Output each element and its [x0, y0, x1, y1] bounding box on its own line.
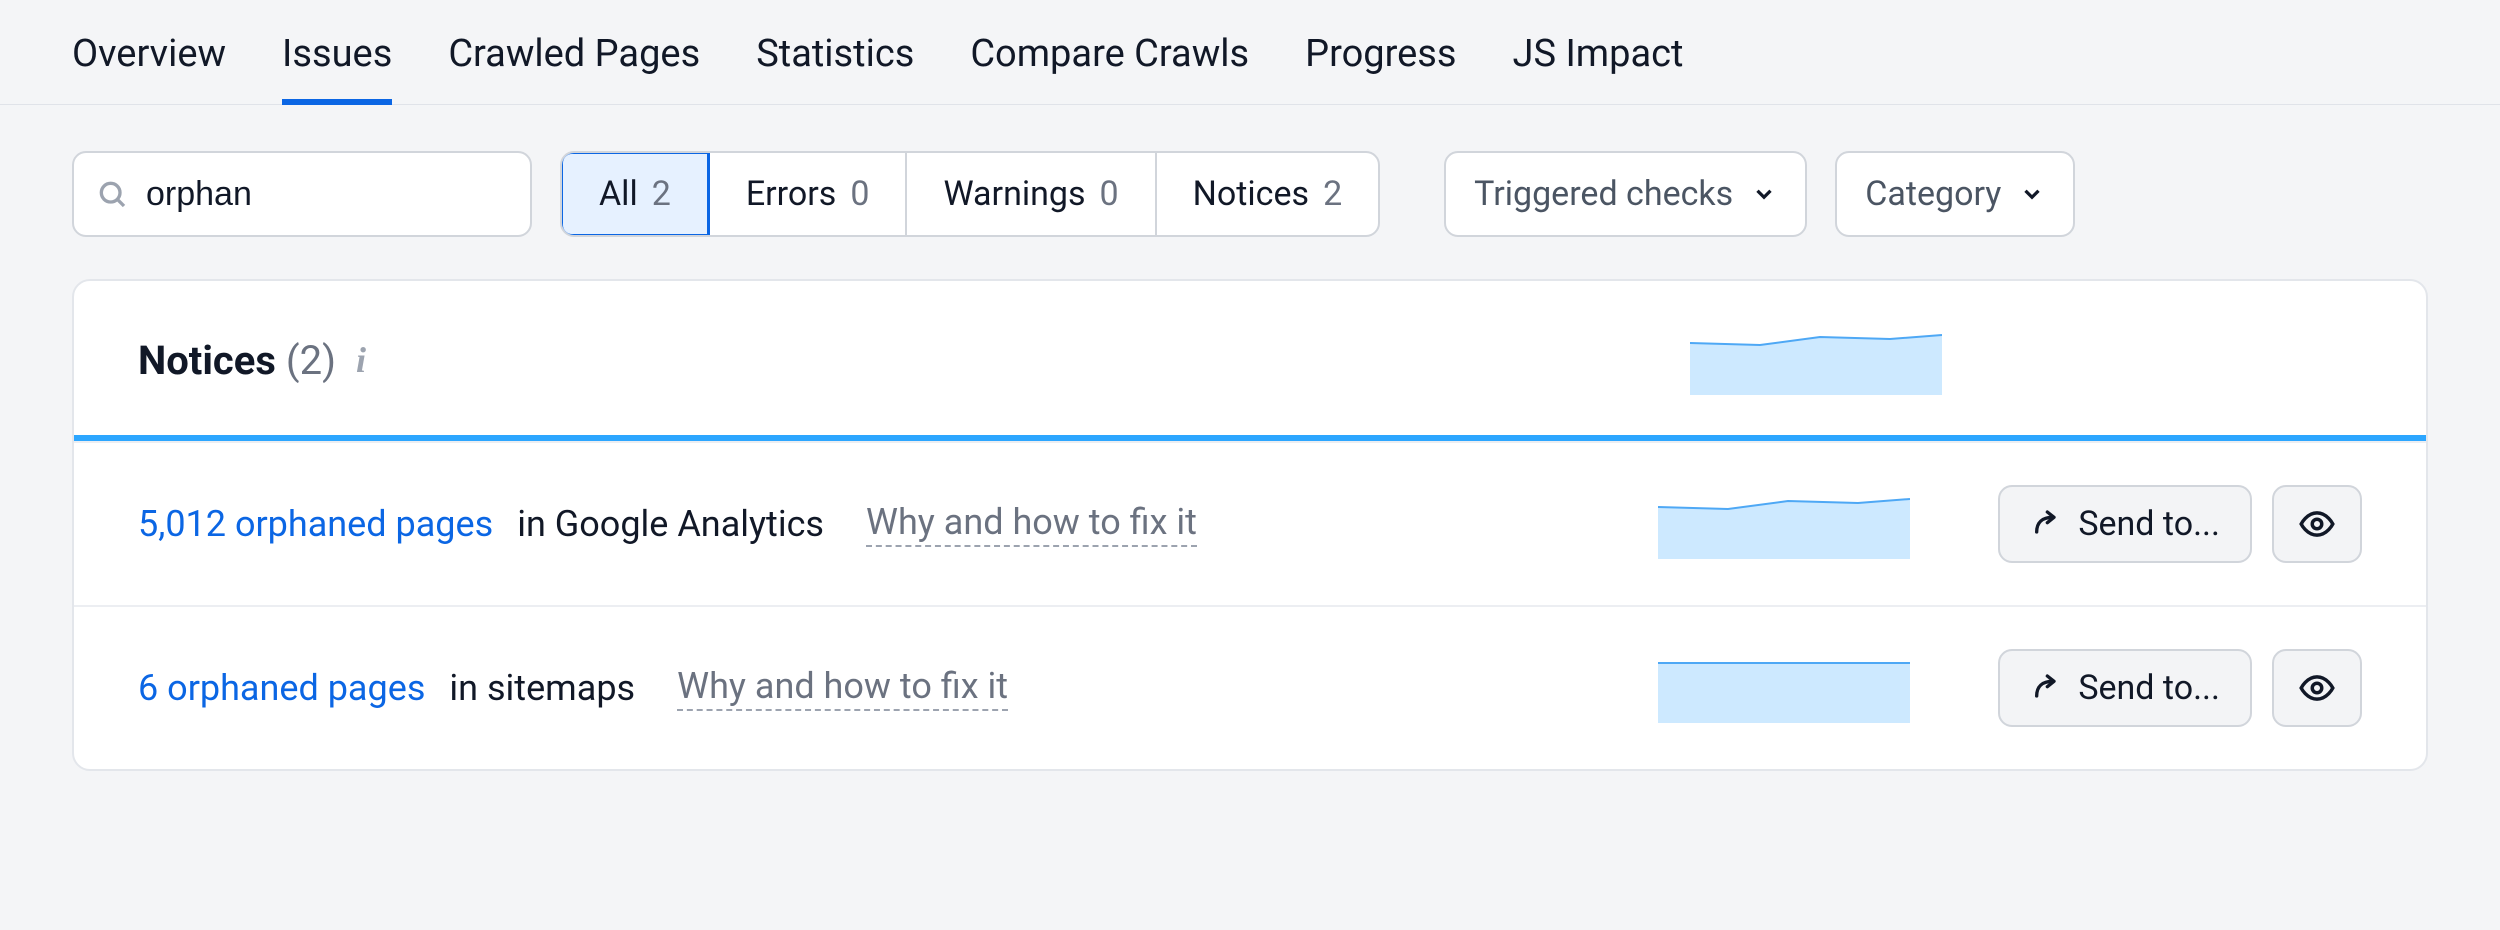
filter-notices[interactable]: Notices 2 [1157, 153, 1379, 235]
button-label: Send to... [2078, 668, 2220, 708]
row-sparkline [1658, 489, 1910, 559]
tab-crawled-pages[interactable]: Crawled Pages [448, 32, 700, 104]
why-and-how-link[interactable]: Why and how to fix it [677, 665, 1008, 711]
search-input[interactable] [146, 175, 589, 214]
button-label: Send to... [2078, 504, 2220, 544]
filter-count: 2 [652, 174, 671, 214]
filter-count: 0 [850, 174, 869, 214]
tab-statistics[interactable]: Statistics [756, 32, 914, 104]
send-to-button[interactable]: Send to... [1998, 649, 2252, 727]
notices-panel: Notices (2) i 5,012 orphaned pages in Go… [72, 279, 2428, 771]
panel-title-text: Notices [138, 337, 276, 384]
filter-all[interactable]: All 2 [560, 151, 710, 237]
panel-title: Notices (2) i [138, 337, 366, 384]
view-button[interactable] [2272, 649, 2362, 727]
filter-count: 0 [1100, 174, 1119, 214]
panel-sparkline [1690, 325, 1942, 395]
dropdown-label: Category [1865, 174, 2001, 214]
issue-link[interactable]: 5,012 orphaned pages [138, 503, 493, 545]
row-actions: Send to... [1998, 649, 2362, 727]
why-and-how-link[interactable]: Why and how to fix it [866, 501, 1197, 547]
share-arrow-icon [2030, 508, 2062, 540]
chevron-down-icon [1751, 181, 1777, 207]
row-actions: Send to... [1998, 485, 2362, 563]
panel-header: Notices (2) i [74, 281, 2426, 441]
tabs-bar: Overview Issues Crawled Pages Statistics… [0, 0, 2500, 105]
tab-js-impact[interactable]: JS Impact [1513, 32, 1684, 104]
issue-type-filter: All 2 Errors 0 Warnings 0 Notices 2 [560, 151, 1380, 237]
filter-label: Notices [1193, 174, 1309, 214]
search-icon [96, 177, 128, 211]
category-dropdown[interactable]: Category [1835, 151, 2075, 237]
triggered-checks-dropdown[interactable]: Triggered checks [1444, 151, 1807, 237]
filter-warnings[interactable]: Warnings 0 [907, 153, 1156, 235]
search-box[interactable] [72, 151, 532, 237]
issue-link[interactable]: 6 orphaned pages [138, 667, 425, 709]
filter-errors[interactable]: Errors 0 [710, 153, 908, 235]
issue-desc: in Google Analytics [517, 503, 824, 545]
eye-icon [2298, 669, 2336, 707]
filter-label: All [599, 174, 638, 214]
dropdown-label: Triggered checks [1474, 174, 1733, 214]
row-sparkline [1658, 653, 1910, 723]
info-icon[interactable]: i [356, 339, 366, 381]
view-button[interactable] [2272, 485, 2362, 563]
send-to-button[interactable]: Send to... [1998, 485, 2252, 563]
eye-icon [2298, 505, 2336, 543]
issue-row: 6 orphaned pages in sitemaps Why and how… [74, 605, 2426, 769]
tab-progress[interactable]: Progress [1305, 32, 1456, 104]
filter-label: Warnings [943, 174, 1085, 214]
share-arrow-icon [2030, 672, 2062, 704]
filter-bar: All 2 Errors 0 Warnings 0 Notices 2 Trig… [0, 105, 2500, 279]
panel-count: (2) [286, 337, 336, 384]
tab-overview[interactable]: Overview [72, 32, 226, 104]
filter-count: 2 [1323, 174, 1342, 214]
tab-issues[interactable]: Issues [282, 32, 392, 104]
tab-compare-crawls[interactable]: Compare Crawls [970, 32, 1249, 104]
issue-desc: in sitemaps [449, 667, 635, 709]
chevron-down-icon [2019, 181, 2045, 207]
filter-label: Errors [746, 174, 837, 214]
issue-row: 5,012 orphaned pages in Google Analytics… [74, 441, 2426, 605]
